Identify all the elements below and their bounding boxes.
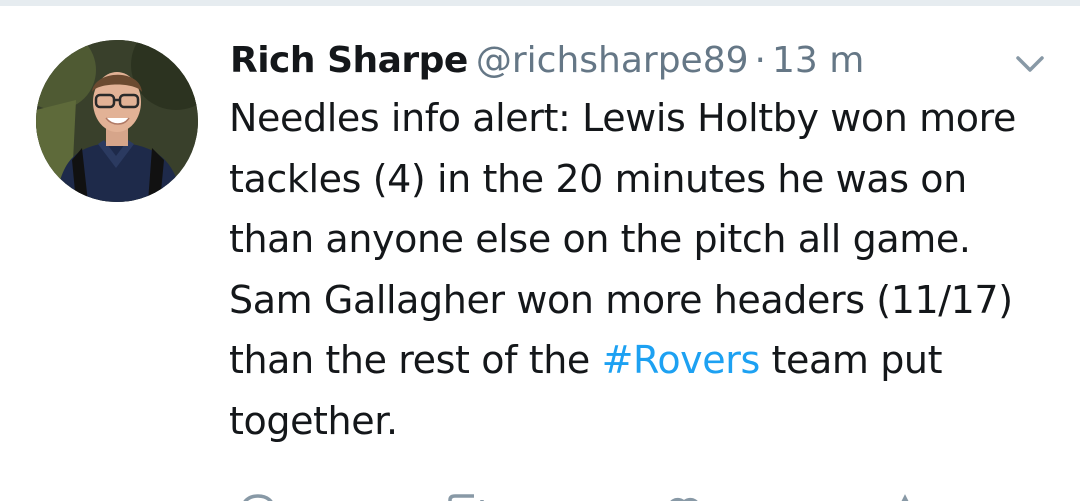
display-name[interactable]: Rich Sharpe xyxy=(230,40,468,81)
retweet-icon[interactable] xyxy=(444,492,492,501)
separator-dot: · xyxy=(754,40,766,81)
reply-icon[interactable] xyxy=(238,492,278,501)
share-icon[interactable] xyxy=(890,492,920,501)
tweet-text: Needles info alert: Lewis Holtby won mor… xyxy=(229,88,1059,451)
tweet[interactable]: Rich Sharpe @richsharpe89 · 13 m Needles in… xyxy=(0,0,1080,501)
action-bar xyxy=(0,484,1080,501)
chevron-down-icon[interactable] xyxy=(1012,50,1048,78)
hashtag-link[interactable]: #Rovers xyxy=(602,338,761,382)
user-handle[interactable]: @richsharpe89 xyxy=(476,40,749,81)
avatar[interactable] xyxy=(36,40,198,202)
heart-icon[interactable] xyxy=(664,492,704,501)
tweet-header: Rich Sharpe @richsharpe89 · 13 m xyxy=(230,36,864,86)
timestamp[interactable]: 13 m xyxy=(772,40,864,81)
